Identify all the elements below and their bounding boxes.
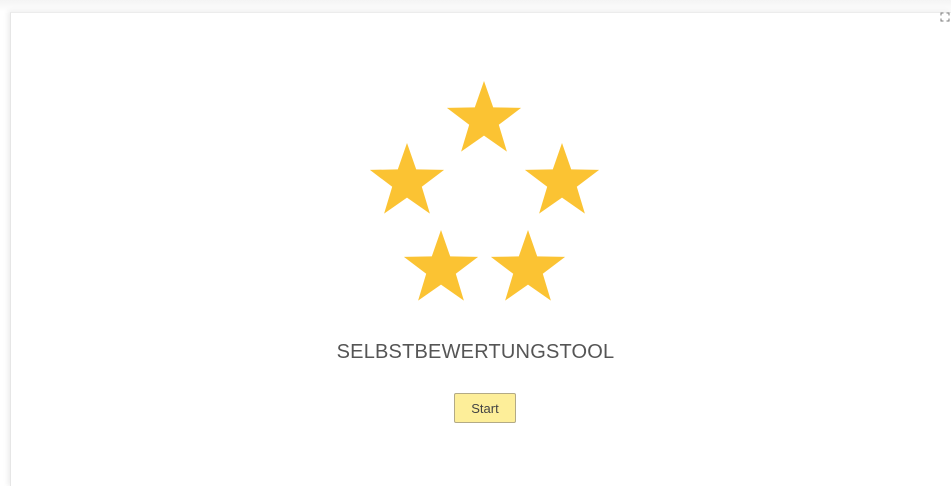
top-shade <box>0 0 951 12</box>
start-button[interactable]: Start <box>454 393 516 423</box>
page: SELBSTBEWERTUNGSTOOL Start <box>0 0 951 486</box>
page-title: SELBSTBEWERTUNGSTOOL <box>336 341 615 363</box>
fullscreen-icon[interactable] <box>940 12 950 22</box>
